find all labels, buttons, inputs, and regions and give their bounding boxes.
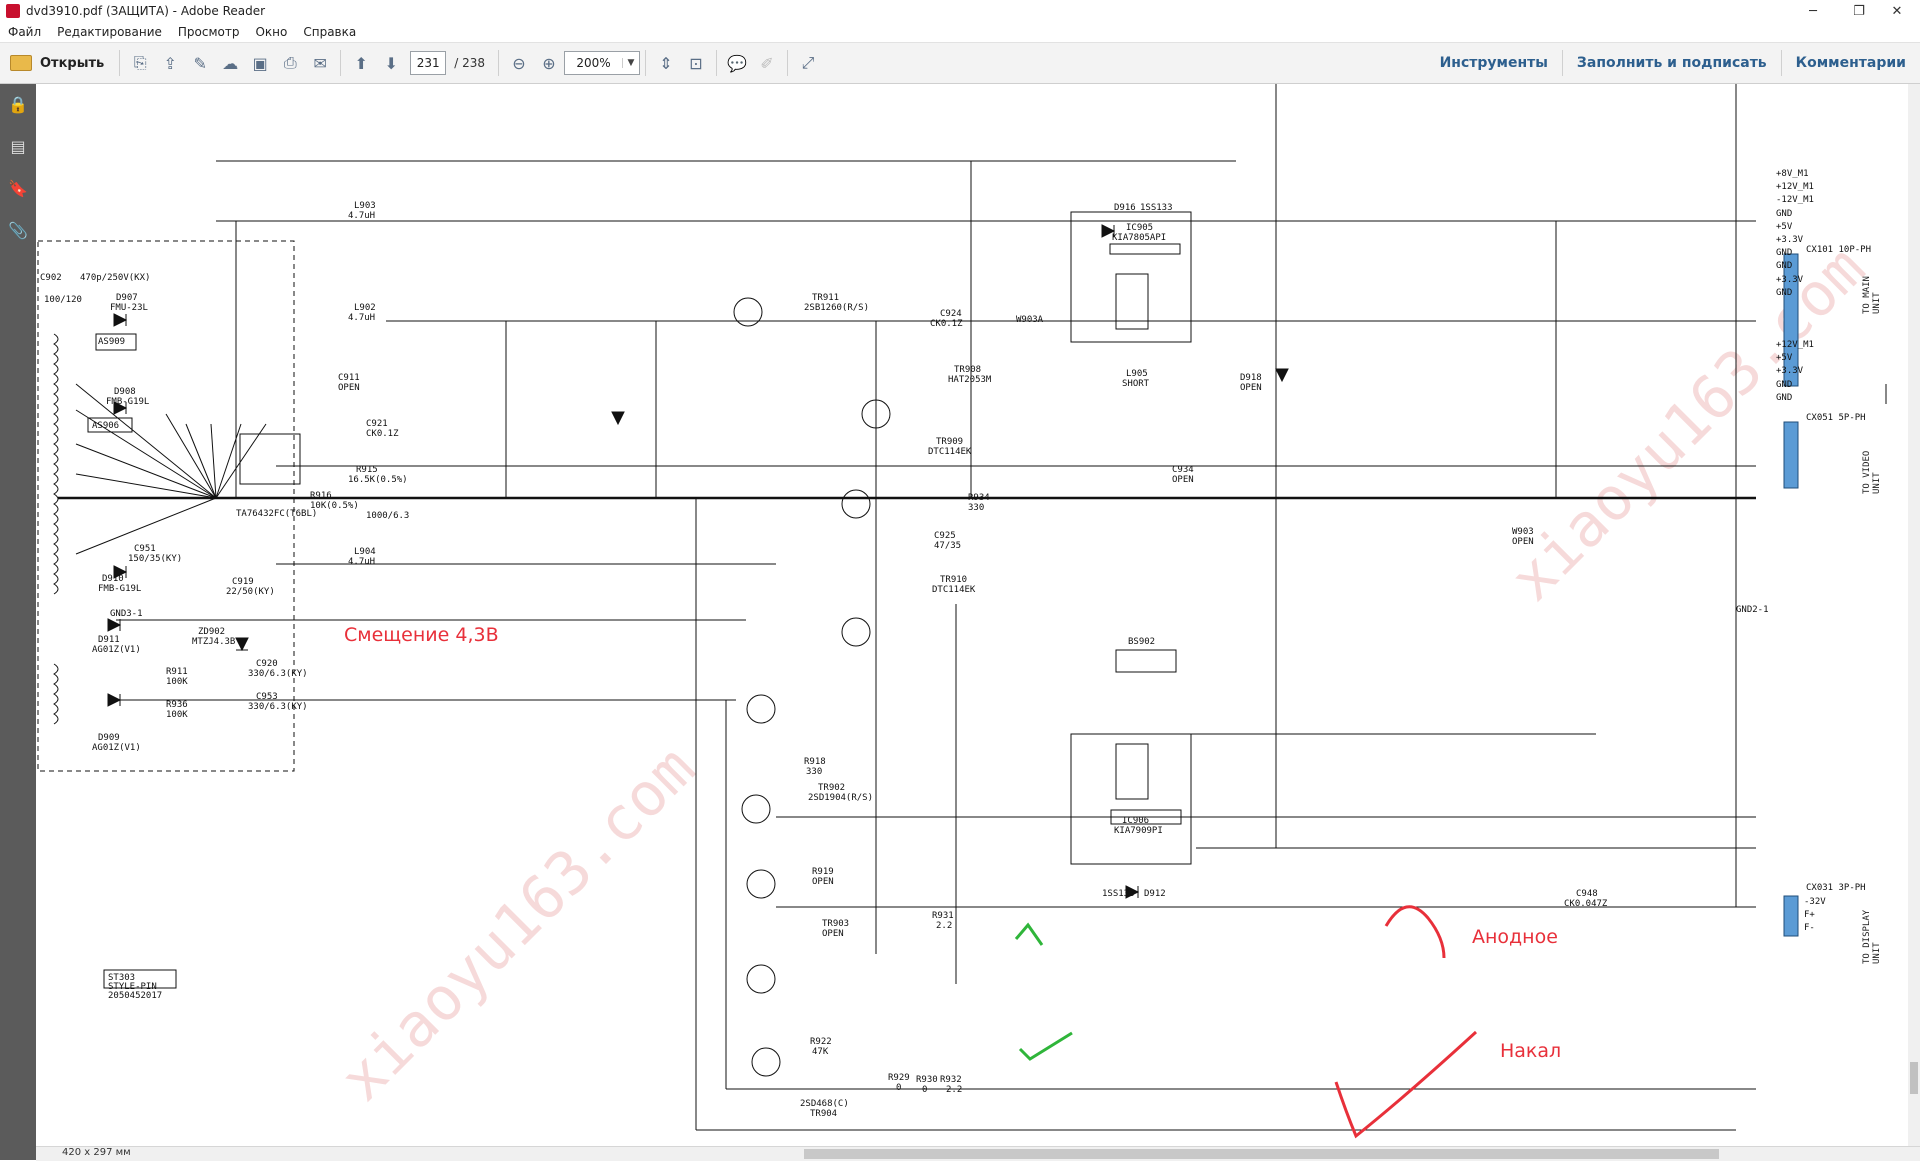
tools-button[interactable]: Инструменты bbox=[1426, 50, 1562, 76]
fill-sign-button[interactable]: Заполнить и подписать bbox=[1561, 50, 1781, 76]
navigation-panel: 🔒 ▤ 🔖 📎 bbox=[0, 84, 36, 1160]
red-stroke bbox=[1384, 905, 1446, 959]
pages-icon[interactable]: ▤ bbox=[8, 136, 28, 156]
toolbar-separator bbox=[645, 50, 646, 76]
close-icon[interactable]: ✕ bbox=[1874, 0, 1920, 22]
title-bar: dvd3910.pdf (ЗАЩИТА) - Adobe Reader ─ ❐ … bbox=[0, 0, 1920, 22]
menu-file[interactable]: Файл bbox=[0, 25, 49, 39]
open-label: Открыть bbox=[40, 55, 105, 71]
red-stroke bbox=[1334, 1030, 1478, 1139]
horizontal-scrollbar-thumb[interactable] bbox=[804, 1149, 1719, 1159]
menu-view[interactable]: Просмотр bbox=[170, 25, 248, 39]
minimize-icon[interactable]: ─ bbox=[1790, 0, 1836, 22]
toolbar-separator bbox=[498, 50, 499, 76]
open-button[interactable]: Открыть bbox=[0, 48, 114, 78]
attachment-icon[interactable]: 📎 bbox=[8, 220, 28, 240]
folder-icon bbox=[10, 55, 32, 71]
comments-button[interactable]: Комментарии bbox=[1780, 50, 1920, 76]
page-total: / 238 bbox=[454, 56, 485, 70]
print-icon[interactable]: ⎙ bbox=[277, 50, 303, 76]
edit-icon[interactable]: ✎ bbox=[187, 50, 213, 76]
page-size: 420 x 297 мм bbox=[62, 1147, 131, 1158]
prev-page-icon[interactable]: ⬆ bbox=[348, 50, 374, 76]
toolbar-separator bbox=[716, 50, 717, 76]
menu-bar: Файл Редактирование Просмотр Окно Справк… bbox=[0, 22, 1920, 43]
toolbar: Открыть ⎘ ⇪ ✎ ☁ ▣ ⎙ ✉ ⬆ ⬇ 231 / 238 ⊖ ⊕ … bbox=[0, 43, 1920, 84]
comment-bubble-icon[interactable]: 💬 bbox=[724, 50, 750, 76]
fullscreen-icon[interactable]: ⤢ bbox=[795, 50, 821, 76]
chevron-down-icon[interactable]: ▼ bbox=[622, 58, 639, 68]
window-title: dvd3910.pdf (ЗАЩИТА) - Adobe Reader bbox=[26, 4, 266, 18]
menu-window[interactable]: Окно bbox=[247, 25, 295, 39]
export-icon[interactable]: ⇪ bbox=[157, 50, 183, 76]
zoom-value: 200% bbox=[576, 56, 611, 70]
filament-annotation: Накал bbox=[1500, 1040, 1562, 1062]
email-icon[interactable]: ✉ bbox=[307, 50, 333, 76]
zoom-in-icon[interactable]: ⊕ bbox=[536, 50, 562, 76]
anode-annotation: Анодное bbox=[1472, 926, 1558, 948]
toolbar-separator bbox=[787, 50, 788, 76]
page-number-input[interactable]: 231 bbox=[410, 51, 447, 75]
toolbar-separator bbox=[340, 50, 342, 76]
status-bar: 420 x 297 мм bbox=[36, 1146, 1920, 1161]
task-panes: Инструменты Заполнить и подписать Коммен… bbox=[1426, 43, 1920, 83]
next-page-icon[interactable]: ⬇ bbox=[378, 50, 404, 76]
scrollbar-thumb[interactable] bbox=[1910, 1062, 1918, 1094]
create-pdf-icon[interactable]: ⎘ bbox=[127, 50, 153, 76]
lock-icon[interactable]: 🔒 bbox=[8, 94, 28, 114]
adobe-reader-icon bbox=[6, 4, 20, 18]
bookmark-icon[interactable]: 🔖 bbox=[8, 178, 28, 198]
highlight-icon[interactable]: ✐ bbox=[754, 50, 780, 76]
bias-annotation: Смещение 4,3В bbox=[344, 624, 499, 646]
zoom-select[interactable]: 200% ▼ bbox=[564, 51, 640, 75]
annotation-strokes bbox=[1014, 905, 1478, 1139]
save-icon[interactable]: ▣ bbox=[247, 50, 273, 76]
menu-help[interactable]: Справка bbox=[295, 25, 364, 39]
toolbar-separator bbox=[119, 50, 121, 76]
zoom-out-icon[interactable]: ⊖ bbox=[506, 50, 532, 76]
vertical-scrollbar[interactable] bbox=[1908, 84, 1920, 1146]
cloud-upload-icon[interactable]: ☁ bbox=[217, 50, 243, 76]
green-check-mark bbox=[1018, 1031, 1073, 1061]
document-view[interactable]: xiaoyu163.com xiaoyu163.com C902 470p/25… bbox=[36, 84, 1920, 1146]
fit-page-icon[interactable]: ⊡ bbox=[683, 50, 709, 76]
scroll-mode-icon[interactable]: ⇕ bbox=[653, 50, 679, 76]
green-check-mark bbox=[1014, 922, 1044, 946]
menu-edit[interactable]: Редактирование bbox=[49, 25, 170, 39]
